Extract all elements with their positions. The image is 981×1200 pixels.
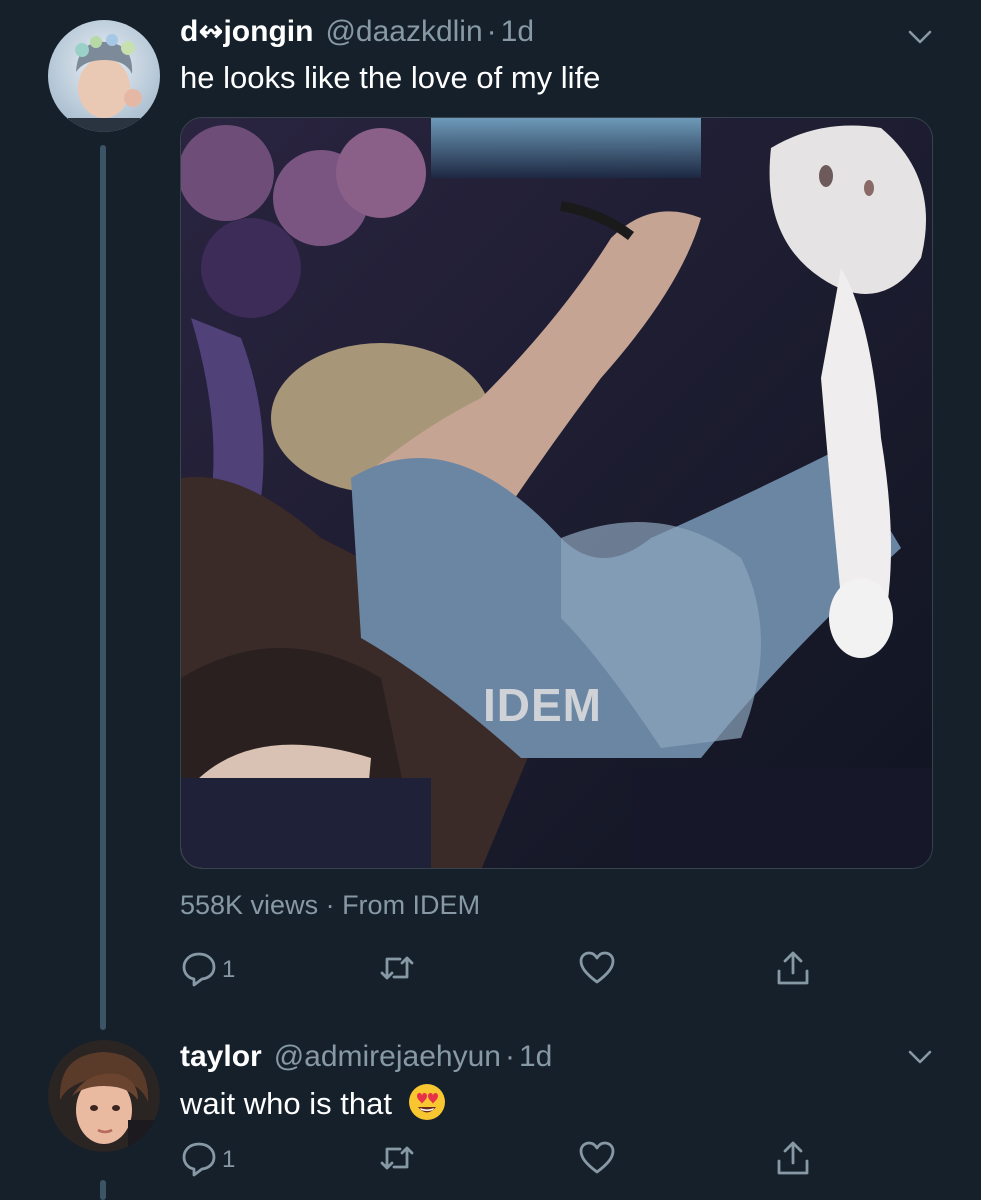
- video-meta: 558K views · From IDEM: [180, 890, 481, 920]
- tweet-actions: 1: [180, 1140, 840, 1180]
- retweet-button[interactable]: [378, 1140, 416, 1180]
- reply-button[interactable]: 1: [180, 950, 235, 990]
- timestamp[interactable]: 1d: [519, 1040, 552, 1074]
- reply-button[interactable]: 1: [180, 1140, 235, 1180]
- tweet-video[interactable]: IDEM: [180, 117, 933, 869]
- tweet-header: taylor @admirejaehyun · 1d: [180, 1040, 552, 1080]
- share-button[interactable]: [774, 1140, 812, 1180]
- separator: ·: [486, 15, 497, 48]
- like-button[interactable]: [578, 1140, 616, 1180]
- share-icon: [774, 949, 812, 992]
- avatar[interactable]: [48, 20, 160, 132]
- handle[interactable]: @admirejaehyun: [274, 1040, 501, 1074]
- separator: ·: [504, 1040, 515, 1073]
- tweet-actions: 1: [180, 950, 840, 990]
- like-icon: [578, 949, 616, 992]
- reply-icon: [180, 1139, 218, 1182]
- tweet-1[interactable]: d↭jongin @daazkdlin · 1d he looks like t…: [0, 0, 981, 1030]
- reply-count: 1: [222, 956, 236, 983]
- video-watermark: IDEM: [483, 679, 602, 731]
- retweet-icon: [378, 949, 416, 992]
- reply-count: 1: [222, 1146, 236, 1173]
- share-button[interactable]: [774, 950, 812, 990]
- display-name[interactable]: taylor: [180, 1040, 262, 1074]
- tweet-text: he looks like the love of my life: [180, 60, 601, 95]
- chevron-down-icon[interactable]: [905, 22, 935, 52]
- like-icon: [578, 1139, 616, 1182]
- chevron-down-icon[interactable]: [905, 1042, 935, 1072]
- thread-line: [100, 1180, 106, 1200]
- video-thumbnail: [181, 118, 932, 868]
- tweet-2[interactable]: taylor @admirejaehyun · 1d wait who is t…: [0, 1040, 981, 1200]
- tweet-header: d↭jongin @daazkdlin · 1d: [180, 14, 534, 54]
- reply-icon: [180, 949, 218, 992]
- tweet-text-row: wait who is that: [180, 1082, 447, 1122]
- like-button[interactable]: [578, 950, 616, 990]
- retweet-icon: [378, 1139, 416, 1182]
- retweet-button[interactable]: [378, 950, 416, 990]
- display-name[interactable]: d↭jongin: [180, 14, 313, 49]
- thread-line: [100, 145, 106, 1030]
- heart-eyes-emoji-icon: [407, 1082, 447, 1122]
- tweet-text: wait who is that: [180, 1086, 392, 1121]
- share-icon: [774, 1139, 812, 1182]
- timestamp[interactable]: 1d: [501, 15, 534, 49]
- handle[interactable]: @daazkdlin: [325, 15, 482, 49]
- avatar[interactable]: [48, 1040, 160, 1152]
